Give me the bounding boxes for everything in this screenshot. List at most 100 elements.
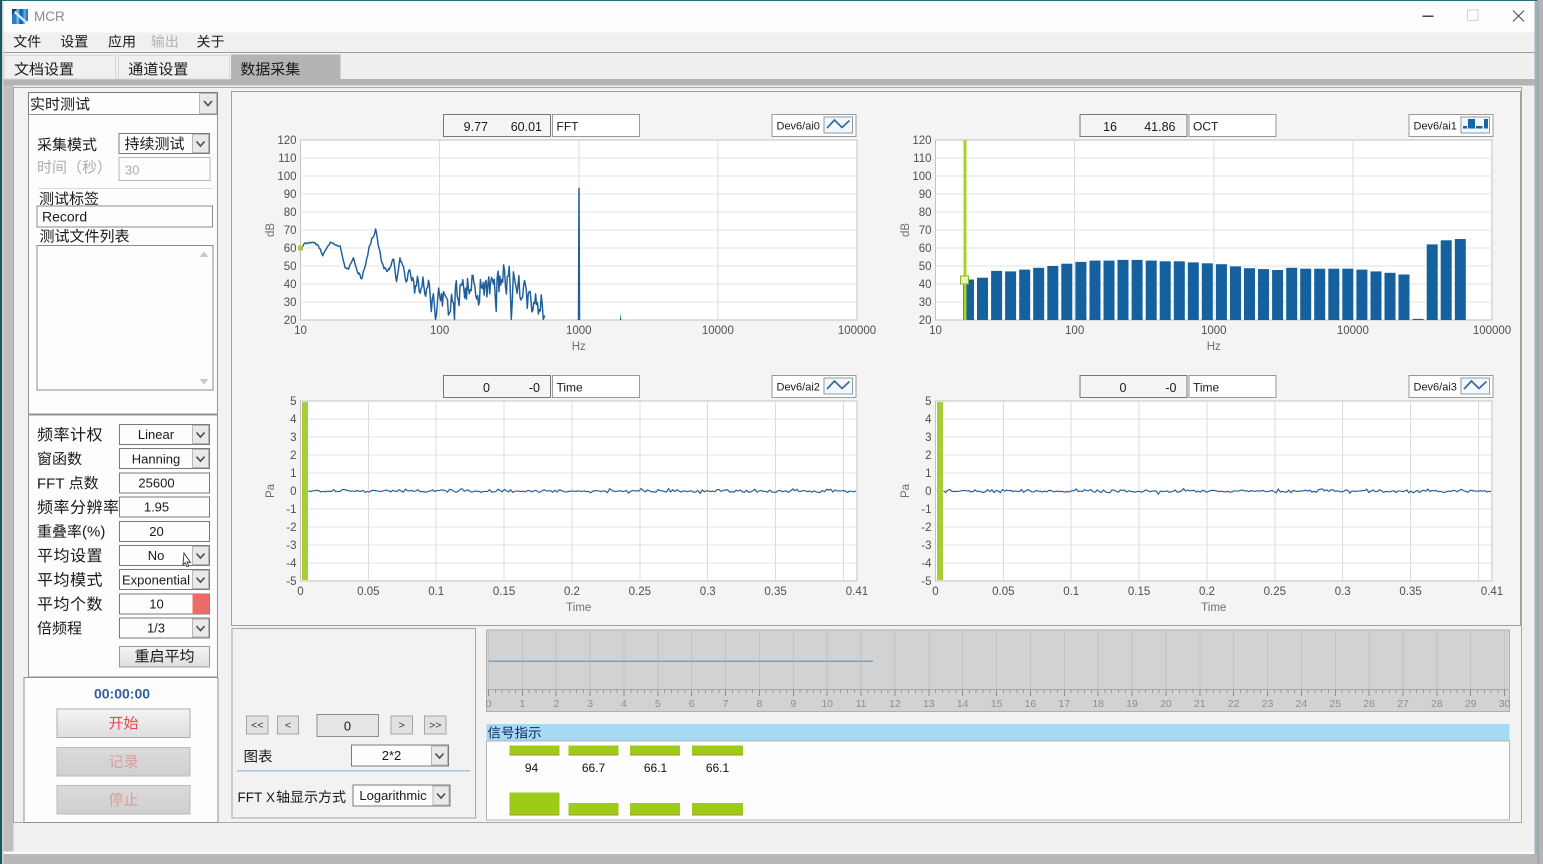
svg-text:): )	[100, 524, 105, 541]
svg-text:66.7: 66.7	[582, 761, 606, 775]
svg-text:100: 100	[430, 325, 449, 337]
svg-text:2*2: 2*2	[382, 748, 402, 763]
svg-text:120: 120	[912, 135, 931, 147]
svg-text:10: 10	[821, 698, 833, 710]
svg-text:Time: Time	[557, 381, 584, 395]
svg-text:F: F	[246, 790, 254, 805]
svg-text:0.25: 0.25	[1264, 586, 1286, 598]
svg-text:9.77: 9.77	[464, 120, 488, 134]
svg-text:Time: Time	[1193, 381, 1220, 395]
svg-text:0: 0	[290, 486, 296, 498]
svg-text:dB: dB	[900, 223, 912, 237]
svg-text:110: 110	[913, 153, 931, 165]
svg-text:40: 40	[919, 279, 932, 291]
svg-text:0: 0	[1120, 381, 1127, 395]
svg-text:9: 9	[790, 698, 796, 710]
svg-text:66.1: 66.1	[706, 761, 730, 775]
svg-text:0.15: 0.15	[1128, 586, 1150, 598]
svg-text:100000: 100000	[838, 325, 876, 337]
svg-text:0.2: 0.2	[1199, 586, 1215, 598]
svg-text:0.3: 0.3	[700, 586, 716, 598]
svg-text:0.35: 0.35	[764, 586, 786, 598]
svg-text:-2: -2	[286, 522, 296, 534]
svg-text:0.05: 0.05	[357, 586, 379, 598]
svg-text:Hz: Hz	[572, 341, 586, 353]
svg-text:12: 12	[889, 698, 901, 710]
svg-text:dB: dB	[265, 223, 277, 237]
svg-text:Record: Record	[42, 209, 87, 225]
svg-text:5: 5	[290, 396, 296, 408]
svg-text:5: 5	[655, 698, 661, 710]
svg-text:27: 27	[1397, 698, 1409, 710]
svg-text:Hz: Hz	[1207, 341, 1221, 353]
svg-text:10: 10	[929, 325, 942, 337]
svg-text:-4: -4	[286, 558, 297, 570]
svg-text:0.1: 0.1	[1063, 586, 1079, 598]
svg-text:94: 94	[525, 761, 539, 775]
svg-text:0.41: 0.41	[846, 586, 868, 598]
svg-text:30: 30	[284, 297, 297, 309]
svg-text:-5: -5	[286, 576, 296, 588]
svg-text:30: 30	[125, 163, 139, 178]
svg-text:70: 70	[284, 225, 297, 237]
svg-text:Pa: Pa	[265, 483, 277, 498]
svg-text:X: X	[266, 790, 275, 805]
svg-text:14: 14	[957, 698, 969, 710]
svg-text:18: 18	[1092, 698, 1104, 710]
svg-text:70: 70	[919, 225, 932, 237]
svg-text:F: F	[46, 475, 55, 492]
svg-text:100: 100	[1065, 325, 1084, 337]
svg-text:15: 15	[991, 698, 1003, 710]
svg-text:-0: -0	[529, 381, 540, 395]
svg-text:Pa: Pa	[900, 483, 912, 498]
svg-text:4: 4	[290, 414, 297, 426]
svg-text:0.41: 0.41	[1481, 586, 1503, 598]
svg-text:0.35: 0.35	[1399, 586, 1421, 598]
svg-text:0.05: 0.05	[992, 586, 1014, 598]
svg-text:1/3: 1/3	[147, 621, 165, 636]
svg-text:26: 26	[1363, 698, 1375, 710]
svg-text:0: 0	[297, 586, 303, 598]
svg-text:0: 0	[486, 698, 492, 710]
svg-text:4: 4	[621, 698, 627, 710]
svg-text:80: 80	[284, 207, 297, 219]
svg-text:25600: 25600	[138, 476, 174, 491]
svg-text:28: 28	[1431, 698, 1443, 710]
svg-text:1000: 1000	[566, 325, 592, 337]
svg-text:Logarithmic: Logarithmic	[359, 788, 427, 803]
svg-text:4: 4	[925, 414, 932, 426]
svg-text:Linear: Linear	[138, 427, 175, 442]
svg-text:5: 5	[925, 396, 931, 408]
svg-text:-3: -3	[921, 540, 931, 552]
svg-text:0: 0	[344, 719, 351, 734]
svg-text:10000: 10000	[1337, 325, 1369, 337]
svg-text:100: 100	[277, 171, 296, 183]
svg-text:2: 2	[553, 698, 559, 710]
svg-text:50: 50	[284, 261, 297, 273]
svg-text:100: 100	[912, 171, 931, 183]
svg-text:Dev6/ai0: Dev6/ai0	[777, 121, 820, 133]
svg-text:10: 10	[294, 325, 307, 337]
svg-text:2: 2	[290, 450, 296, 462]
svg-text:%: %	[87, 524, 100, 541]
svg-text:-0: -0	[1165, 381, 1176, 395]
svg-text:00:00:00: 00:00:00	[94, 686, 150, 702]
svg-text:41.86: 41.86	[1144, 120, 1175, 134]
svg-text:40: 40	[284, 279, 297, 291]
svg-text:100000: 100000	[1473, 325, 1511, 337]
svg-text:3: 3	[290, 432, 296, 444]
svg-text:-1: -1	[286, 504, 296, 516]
svg-text:8: 8	[757, 698, 763, 710]
svg-text:24: 24	[1296, 698, 1308, 710]
svg-text:3: 3	[925, 432, 931, 444]
svg-text:No: No	[148, 548, 165, 563]
svg-text:<<: <<	[251, 720, 263, 732]
svg-text:10: 10	[149, 597, 163, 612]
svg-text:66.1: 66.1	[644, 761, 668, 775]
svg-text:1: 1	[925, 468, 931, 480]
svg-text:0: 0	[932, 586, 938, 598]
svg-text:29: 29	[1465, 698, 1477, 710]
svg-text:0.25: 0.25	[629, 586, 651, 598]
svg-text:2: 2	[925, 450, 931, 462]
svg-text:90: 90	[284, 189, 297, 201]
